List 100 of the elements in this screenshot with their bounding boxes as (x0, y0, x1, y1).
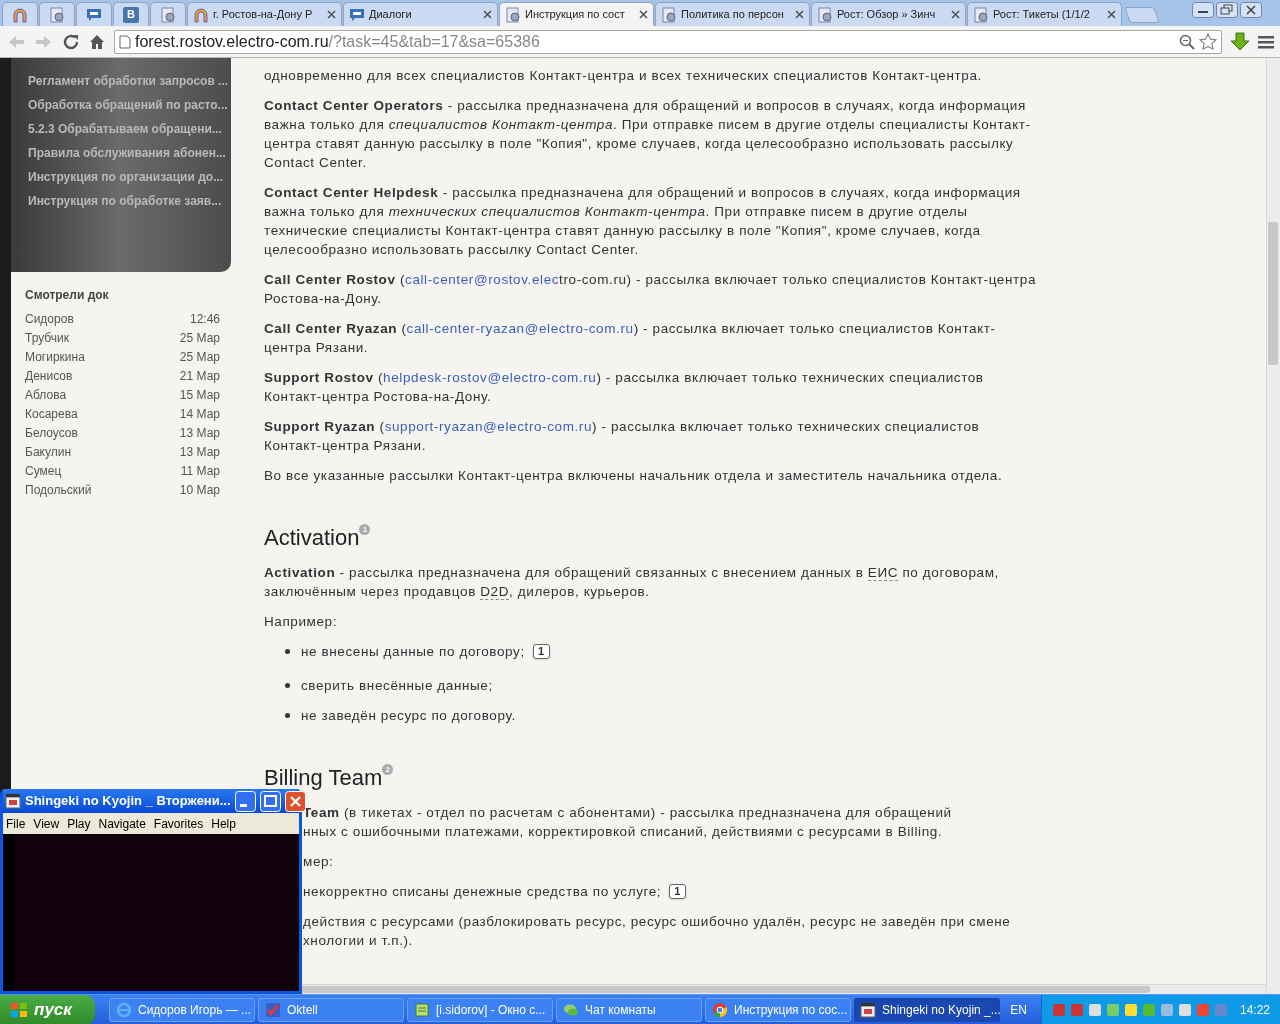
tray-icon (1069, 1002, 1084, 1017)
menu-item[interactable]: Play (64, 814, 94, 833)
close-icon (1107, 10, 1116, 19)
viewer-name: Трубчик (25, 330, 69, 347)
browser-tab[interactable]: В (113, 2, 149, 26)
home-icon (88, 32, 106, 51)
close-icon (1240, 2, 1262, 18)
taskbar-button[interactable]: Shingeki no Kyojin _... (854, 997, 1000, 1022)
minimize-icon (1192, 2, 1214, 18)
section-heading: Billing Team (264, 765, 383, 791)
tab-title: Политика по персон (681, 7, 785, 23)
view-date: 13 Мар (179, 425, 220, 442)
scrollbar-thumb[interactable] (300, 986, 1150, 993)
browser-tab[interactable]: Диалоги (343, 2, 498, 26)
taskbar-button[interactable]: Сидоров Игорь — ... (109, 997, 255, 1022)
reload-icon (62, 32, 80, 51)
sidebar-link[interactable]: Регламент обработки запросов ... (28, 72, 229, 91)
new-tab-button[interactable] (1124, 7, 1160, 23)
tab-title: Рост: Тикеты (1/1/2 (993, 7, 1091, 23)
taskbar-button[interactable]: [i.sidorov] - Окно с... (407, 997, 553, 1022)
email-link[interactable]: support-ryazan@electro-com.ru (384, 419, 593, 434)
scrollbar-thumb[interactable] (1268, 222, 1278, 365)
sidebar-link[interactable]: Инструкция по организации до... (28, 168, 224, 187)
taskbar-button[interactable]: Чат комнаты (556, 997, 702, 1022)
zoom-icon (1179, 33, 1195, 50)
text-line: хнологии и т.п.). (303, 932, 413, 950)
viewer-name: Бакулин (25, 444, 71, 461)
close-icon (483, 10, 492, 19)
windows-flag-icon (10, 1001, 28, 1018)
chat-icon (86, 6, 102, 23)
browser-tab[interactable]: Инструкция по сост (499, 2, 654, 26)
menu-icon (1258, 33, 1274, 50)
menu-item[interactable]: Navigate (95, 814, 149, 833)
language-indicator[interactable]: EN (1010, 1000, 1027, 1019)
tray-icon (1105, 1002, 1120, 1017)
taskbar-button[interactable]: Инструкция по сос... (705, 997, 851, 1022)
sidebar-link[interactable]: 5.2.3 Обрабатываем обращени... (28, 120, 222, 139)
sidebar-link[interactable]: Правила обслуживания абонен... (28, 144, 226, 163)
email-link[interactable]: call-center@rostov.elec (405, 272, 560, 287)
comment-badge[interactable]: 1 (669, 884, 687, 899)
address-field[interactable]: forest.rostov.electro-com.ru/?task=45&tab=17&sa=65386 (114, 29, 1222, 54)
tray-icon (1051, 1002, 1066, 1017)
viewer-name: Сидоров (25, 311, 74, 328)
document-gear-icon (973, 6, 989, 23)
clock: 14:22 (1239, 1001, 1270, 1019)
list-item: не внесены данные по договору; (301, 643, 525, 661)
tray-icon (1177, 1002, 1192, 1017)
tab-title: г. Ростов-на-Дону Р (213, 7, 314, 23)
film-icon (5, 793, 21, 809)
comment-badge[interactable]: 1 (532, 644, 550, 659)
sidebar-link[interactable]: Инструкция по обработке заяв... (28, 192, 222, 211)
menu-item[interactable]: Help (208, 814, 239, 833)
taskbar-button[interactable]: Oktell (258, 997, 404, 1022)
browser-tab[interactable]: Рост: Тикеты (1/1/2 (967, 2, 1122, 26)
browser-tab[interactable]: Политика по персон (655, 2, 810, 26)
view-date: 11 Мар (180, 463, 220, 480)
viewer-name: Могиркина (25, 349, 85, 366)
browser-tab[interactable] (2, 2, 38, 26)
browser-tab[interactable]: Рост: Обзор » Зинч (811, 2, 966, 26)
list-item: сверить внесённые данные; (301, 677, 493, 695)
menu-item[interactable]: View (30, 814, 63, 833)
section-title: Смотрели док (25, 287, 110, 304)
email-link[interactable]: call-center-ryazan@electro-com.ru (406, 321, 634, 336)
arch-icon (12, 6, 28, 23)
sidebar-link[interactable]: Обработка обращений по расто... (28, 96, 228, 115)
paragraph: Во все указанные рассылки Контакт-центра включены начальник отдела и заместитель начальника отдела. (264, 467, 1004, 485)
tab-title: Диалоги (369, 7, 413, 23)
film-icon (860, 1001, 876, 1018)
tab-title: Рост: Обзор » Зинч (837, 7, 937, 23)
tab-title: Инструкция по сост (525, 7, 626, 23)
close-icon (284, 790, 306, 812)
text-line: действия с ресурсами (разблокировать ресурс, ресурс ошибочно удалён, ресурс не заведён при смене (303, 913, 1011, 931)
document-gear-icon (661, 6, 677, 23)
start-button[interactable]: пуск (0, 994, 95, 1024)
browser-tab[interactable] (39, 2, 75, 26)
bullet-icon (285, 683, 290, 688)
list-item: не заведён ресурс по договору. (301, 707, 516, 725)
view-date: 14 Мар (179, 406, 220, 423)
menu-item[interactable]: Favorites (150, 814, 207, 833)
window-title: Shingeki no Kyojin _ Вторжени... (25, 792, 231, 811)
text-line: нных с ошибочными платежами, корректировкой списаний, действиями с ресурсами в Billing. (303, 823, 943, 841)
viewer-name: Сумец (25, 463, 62, 480)
browser-tab[interactable] (150, 2, 186, 26)
paragraph: Contact Center Operators - рассылка предназначена для обращений и вопросов в случаях, когда информация важна только для специалистов Контакт-центра. При отправке писем в другие отделы специалисты Контакт-центра ставят данную рассылку в поле "Копия", кроме случаев, когда целесообразно использовать рассылку Contact Center. (264, 97, 1032, 172)
paragraph: Support Ryazan (support-ryazan@electro-com.ru) - рассылка включает только технических специалистов Контакт-центра Рязани. (264, 418, 981, 455)
viewer-name: Денисов (25, 368, 73, 385)
star-icon (1199, 32, 1217, 51)
view-date: 21 Мар (179, 368, 220, 385)
document-gear-icon (160, 6, 176, 23)
bullet-icon (285, 649, 290, 654)
email-link[interactable]: helpdesk-rostov@electro-com.ru (383, 370, 597, 385)
tray-icon (1213, 1002, 1228, 1017)
viewer-name: Подольский (25, 482, 92, 499)
browser-tab[interactable] (76, 2, 112, 26)
text-line: некорректно списаны денежные средства по услуге; (303, 883, 662, 901)
view-date: 15 Мар (179, 387, 220, 404)
view-date: 12:46 (189, 311, 220, 328)
menu-item[interactable]: File (3, 814, 29, 833)
minimize-icon (234, 790, 256, 812)
browser-tab[interactable]: г. Ростов-на-Дону Р (187, 2, 342, 26)
